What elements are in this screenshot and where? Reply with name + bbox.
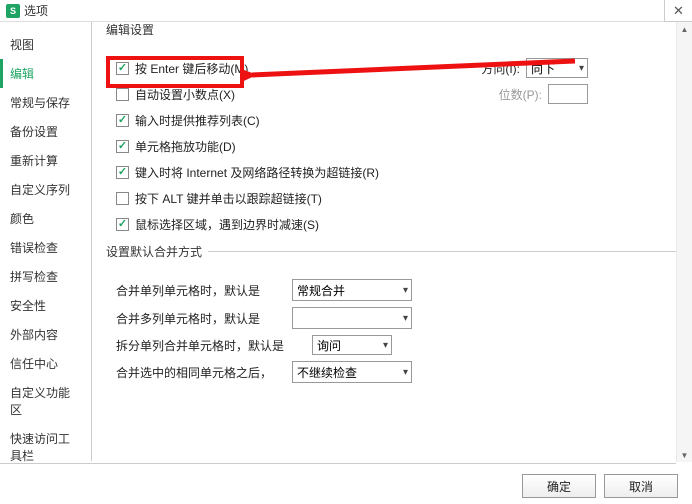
- label-press-enter-move: 按 Enter 键后移动(M): [135, 60, 248, 77]
- checkbox-autocomplete[interactable]: [116, 114, 129, 127]
- sidebar-item-spell-check[interactable]: 拼写检查: [0, 262, 91, 291]
- main-panel: 编辑设置 按 Enter 键后移动(M) 方向(I): 向下 自动设置小数点(X…: [92, 22, 692, 461]
- footer-separator: [0, 463, 676, 464]
- section-edit-header: 编辑设置: [106, 30, 678, 47]
- sidebar: 视图 编辑 常规与保存 备份设置 重新计算 自定义序列 颜色 错误检查 拼写检查…: [0, 22, 92, 461]
- window-title: 选项: [24, 2, 48, 19]
- sidebar-item-custom-lists[interactable]: 自定义序列: [0, 175, 91, 204]
- sidebar-item-security[interactable]: 安全性: [0, 291, 91, 320]
- close-button[interactable]: ✕: [664, 0, 692, 22]
- label-internet-link: 键入时将 Internet 及网络路径转换为超链接(R): [135, 164, 379, 181]
- sidebar-item-color[interactable]: 颜色: [0, 204, 91, 233]
- checkbox-auto-decimal[interactable]: [116, 88, 129, 101]
- label-merge-split: 拆分单列合并单元格时，默认是: [116, 337, 306, 354]
- label-drag-drop: 单元格拖放功能(D): [135, 138, 236, 155]
- label-merge-multi-col: 合并多列单元格时，默认是: [116, 310, 286, 327]
- title-bar: S 选项 ✕: [0, 0, 692, 22]
- label-decimal-places: 位数(P):: [499, 86, 542, 103]
- sidebar-item-general-save[interactable]: 常规与保存: [0, 88, 91, 117]
- sidebar-item-error-check[interactable]: 错误检查: [0, 233, 91, 262]
- label-auto-decimal: 自动设置小数点(X): [135, 86, 235, 103]
- dropdown-merge-split[interactable]: 询问: [312, 335, 392, 355]
- sidebar-item-recalc[interactable]: 重新计算: [0, 146, 91, 175]
- scrollbar-vertical[interactable]: ▲ ▼: [676, 22, 692, 462]
- label-mouse-select: 鼠标选择区域，遇到边界时减速(S): [135, 216, 319, 233]
- dropdown-merge-same-after[interactable]: 不继续检查: [292, 361, 412, 383]
- sidebar-item-external[interactable]: 外部内容: [0, 320, 91, 349]
- app-icon: S: [6, 4, 20, 18]
- dropdown-merge-multi-col[interactable]: [292, 307, 412, 329]
- label-alt-click: 按下 ALT 键并单击以跟踪超链接(T): [135, 190, 322, 207]
- dropdown-direction[interactable]: 向下: [526, 58, 588, 78]
- label-merge-same-after: 合并选中的相同单元格之后，: [116, 364, 286, 381]
- sidebar-item-view[interactable]: 视图: [0, 30, 91, 59]
- dropdown-merge-single-col[interactable]: 常规合并: [292, 279, 412, 301]
- sidebar-item-customize-ribbon[interactable]: 自定义功能区: [0, 378, 91, 424]
- label-merge-single-col: 合并单列单元格时，默认是: [116, 282, 286, 299]
- ok-button[interactable]: 确定: [522, 474, 596, 498]
- footer: 确定 取消: [522, 474, 678, 498]
- sidebar-item-trust-center[interactable]: 信任中心: [0, 349, 91, 378]
- checkbox-internet-link[interactable]: [116, 166, 129, 179]
- checkbox-drag-drop[interactable]: [116, 140, 129, 153]
- label-autocomplete: 输入时提供推荐列表(C): [135, 112, 260, 129]
- label-direction: 方向(I):: [481, 60, 520, 77]
- scroll-up-icon[interactable]: ▲: [678, 22, 692, 36]
- spinner-decimal-places[interactable]: [548, 84, 588, 104]
- cancel-button[interactable]: 取消: [604, 474, 678, 498]
- sidebar-item-backup[interactable]: 备份设置: [0, 117, 91, 146]
- scroll-down-icon[interactable]: ▼: [678, 448, 692, 462]
- checkbox-alt-click[interactable]: [116, 192, 129, 205]
- sidebar-item-edit[interactable]: 编辑: [0, 59, 91, 88]
- section-merge-header: 设置默认合并方式: [106, 251, 678, 269]
- checkbox-press-enter-move[interactable]: [116, 62, 129, 75]
- checkbox-mouse-select[interactable]: [116, 218, 129, 231]
